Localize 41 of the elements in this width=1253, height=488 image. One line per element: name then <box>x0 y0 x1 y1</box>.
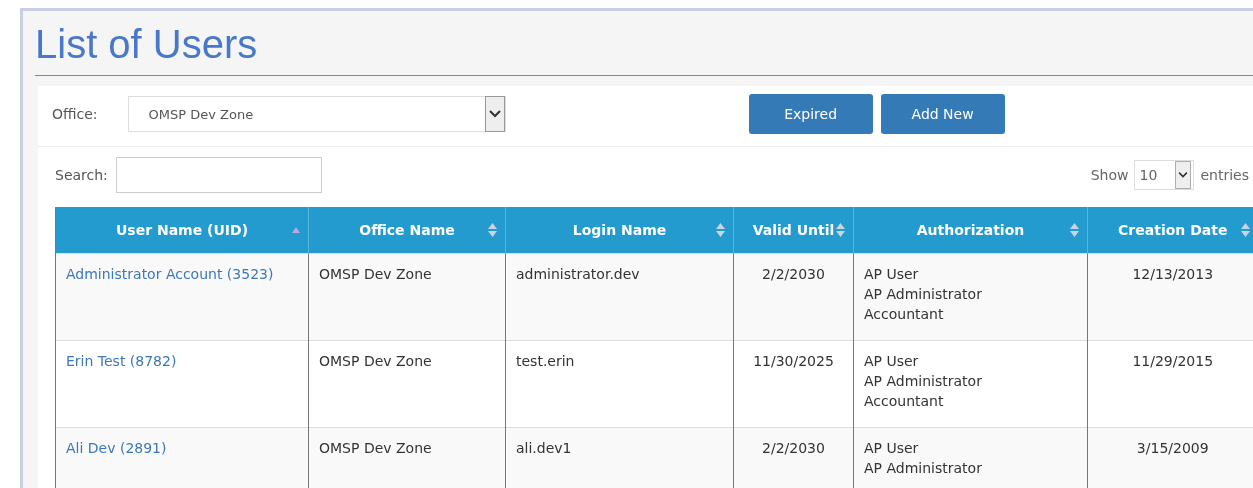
role-text: AP Administrator <box>864 459 983 478</box>
table-cell: 11/29/2015 <box>1132 353 1214 369</box>
search-label: Search: <box>55 167 108 183</box>
page-length-select[interactable]: 10 <box>1134 160 1195 190</box>
table-cell: OMSP Dev Zone <box>319 353 432 369</box>
entries-label: entries <box>1200 167 1249 183</box>
dropdown-caret-icon <box>1173 161 1194 189</box>
office-label: Office: <box>52 106 98 122</box>
role-text: AP User <box>864 352 920 371</box>
table-cell: OMSP Dev Zone <box>319 440 432 456</box>
office-select[interactable]: OMSP Dev Zone <box>127 96 506 132</box>
table-cell: 2/2/2030 <box>762 440 825 456</box>
table-cell: 12/13/2013 <box>1132 266 1214 282</box>
action-button[interactable]: Add New <box>880 94 1005 134</box>
table-cell: 3/15/2009 <box>1136 440 1209 456</box>
role-text: Accountant <box>864 392 945 411</box>
table-cell: OMSP Dev Zone <box>319 266 432 282</box>
column-header[interactable]: Valid Until <box>733 207 854 254</box>
user-link[interactable]: Erin Test (8782) <box>66 353 177 369</box>
page-title: List of Users <box>35 21 258 68</box>
role-text: AP Administrator <box>864 372 983 391</box>
column-header[interactable]: Login Name <box>505 207 734 254</box>
table-cell: 11/30/2025 <box>753 353 834 369</box>
user-link[interactable]: Administrator Account (3523) <box>66 266 274 282</box>
column-header[interactable]: User Name (UID) <box>55 207 309 254</box>
search-field[interactable] <box>115 157 322 193</box>
user-link[interactable]: Ali Dev (2891) <box>66 440 167 456</box>
column-header[interactable]: Office Name <box>308 207 506 254</box>
table-cell: test.erin <box>516 353 575 369</box>
role-text: AP User <box>864 439 920 458</box>
table-cell: ali.dev1 <box>516 440 572 456</box>
show-label: Show <box>1090 167 1129 183</box>
column-header[interactable]: Creation Date <box>1087 207 1253 254</box>
table-cell: administrator.dev <box>516 266 640 282</box>
role-text: Accountant <box>864 305 945 324</box>
table-cell: 2/2/2030 <box>762 266 825 282</box>
role-text: AP User <box>864 265 920 284</box>
action-button[interactable]: Expired <box>748 94 873 134</box>
role-text: AP Administrator <box>864 285 983 304</box>
column-header[interactable]: Authorization <box>853 207 1088 254</box>
dropdown-caret-icon <box>484 96 505 132</box>
